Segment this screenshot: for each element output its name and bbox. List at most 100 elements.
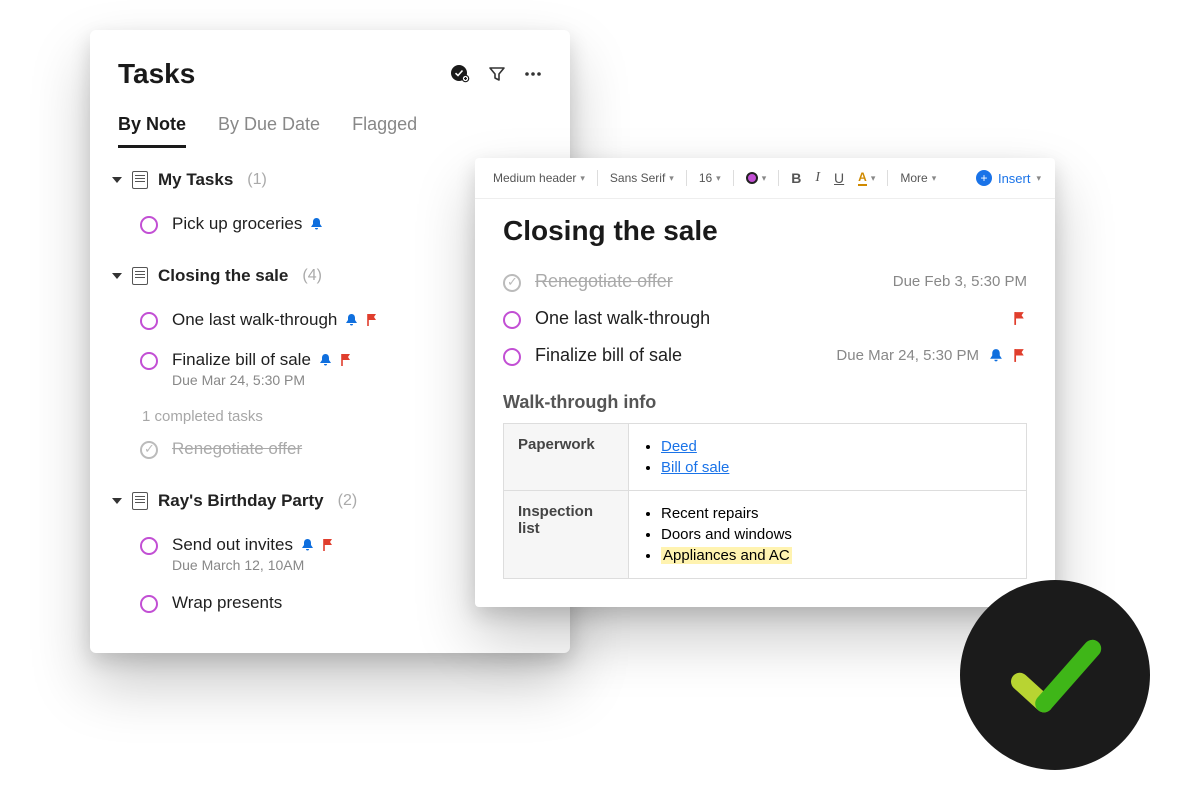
task-checkbox-icon[interactable] (503, 348, 521, 366)
flag-icon (366, 313, 379, 327)
insert-label: Insert (998, 171, 1031, 186)
chevron-down-icon (112, 177, 122, 183)
font-size-dropdown[interactable]: 16 ▾ (695, 169, 725, 187)
chevron-down-icon (112, 273, 122, 279)
table-label: Paperwork (504, 424, 629, 491)
insert-dropdown[interactable]: + Insert ▾ (976, 170, 1041, 186)
checkmark-icon (1000, 620, 1110, 730)
flag-icon (1013, 348, 1027, 363)
task-checkbox-done-icon[interactable] (140, 441, 158, 459)
more-label: More (900, 171, 927, 185)
task-checkbox-icon[interactable] (140, 312, 158, 330)
bell-icon (301, 538, 314, 552)
editor-body: Closing the sale Renegotiate offer Due F… (475, 199, 1055, 607)
editor-toolbar: Medium header ▾ Sans Serif ▾ 16 ▾ ▾ B I … (475, 158, 1055, 199)
chevron-down-icon: ▾ (762, 173, 767, 184)
chevron-down-icon (112, 498, 122, 504)
more-dropdown[interactable]: More ▾ (896, 169, 940, 187)
section-title: Ray's Birthday Party (158, 491, 324, 511)
italic-button[interactable]: I (811, 168, 824, 188)
note-icon (132, 171, 148, 189)
tasks-header: Tasks (90, 58, 570, 100)
font-size-label: 16 (699, 171, 712, 185)
list-item: Appliances and AC (661, 545, 1012, 566)
table-row: Paperwork Deed Bill of sale (504, 424, 1027, 491)
section-count: (4) (302, 267, 322, 285)
tab-flagged[interactable]: Flagged (352, 114, 417, 148)
list-item: Deed (661, 436, 1012, 457)
tasks-header-actions (450, 64, 542, 84)
editor-task-title: Finalize bill of sale (535, 345, 682, 366)
color-swatch-icon (746, 172, 758, 184)
note-icon (132, 267, 148, 285)
bell-icon (310, 217, 323, 231)
editor-task-due: Due Feb 3, 5:30 PM (893, 273, 1027, 290)
task-title: Renegotiate offer (172, 439, 302, 459)
editor-task-row[interactable]: One last walk-through (503, 300, 1027, 337)
separator (778, 170, 779, 186)
filter-icon[interactable] (488, 65, 506, 83)
editor-task-row[interactable]: Renegotiate offer Due Feb 3, 5:30 PM (503, 263, 1027, 300)
table-cell[interactable]: Deed Bill of sale (629, 424, 1027, 491)
editor-task-row[interactable]: Finalize bill of sale Due Mar 24, 5:30 P… (503, 337, 1027, 374)
table-row: Inspection list Recent repairs Doors and… (504, 491, 1027, 579)
chevron-down-icon: ▾ (580, 173, 585, 184)
bell-icon (345, 313, 358, 327)
text-color-dropdown[interactable]: ▾ (742, 170, 771, 186)
flag-icon (322, 538, 335, 552)
table-label: Inspection list (504, 491, 629, 579)
section-count: (2) (338, 492, 358, 510)
bell-icon (319, 353, 332, 367)
editor-panel: Medium header ▾ Sans Serif ▾ 16 ▾ ▾ B I … (475, 158, 1055, 607)
header-style-dropdown[interactable]: Medium header ▾ (489, 169, 589, 187)
list-item: Doors and windows (661, 524, 1012, 545)
more-icon[interactable] (524, 71, 542, 77)
list-item: Recent repairs (661, 503, 1012, 524)
highlighted-text: Appliances and AC (661, 547, 792, 564)
highlighter-icon: A (858, 170, 867, 186)
task-title: Send out invites (172, 535, 293, 555)
underline-button[interactable]: U (830, 168, 848, 188)
highlight-dropdown[interactable]: A ▾ (854, 168, 879, 188)
chevron-down-icon: ▾ (1036, 173, 1041, 184)
checkmark-badge (960, 580, 1150, 770)
plus-icon: + (976, 170, 992, 186)
note-icon (132, 492, 148, 510)
tab-by-note[interactable]: By Note (118, 114, 186, 148)
separator (887, 170, 888, 186)
separator (597, 170, 598, 186)
task-checkbox-icon[interactable] (140, 352, 158, 370)
chevron-down-icon: ▾ (871, 173, 876, 184)
add-task-icon[interactable] (450, 64, 470, 84)
chevron-down-icon: ▾ (932, 173, 937, 184)
bold-button[interactable]: B (787, 168, 805, 188)
tasks-title: Tasks (118, 58, 195, 90)
task-title: Pick up groceries (172, 214, 302, 234)
note-title[interactable]: Closing the sale (503, 215, 1027, 247)
section-count: (1) (247, 171, 267, 189)
editor-subheading: Walk-through info (503, 392, 1027, 413)
link-deed[interactable]: Deed (661, 438, 697, 455)
header-style-label: Medium header (493, 171, 576, 185)
task-checkbox-done-icon[interactable] (503, 274, 521, 292)
link-bill-of-sale[interactable]: Bill of sale (661, 459, 729, 476)
chevron-down-icon: ▾ (669, 173, 674, 184)
task-checkbox-icon[interactable] (503, 311, 521, 329)
font-family-label: Sans Serif (610, 171, 665, 185)
task-title: Wrap presents (172, 593, 282, 613)
separator (686, 170, 687, 186)
section-title: My Tasks (158, 170, 233, 190)
flag-icon (340, 353, 353, 367)
editor-task-title: One last walk-through (535, 308, 710, 329)
section-title: Closing the sale (158, 266, 288, 286)
task-checkbox-icon[interactable] (140, 216, 158, 234)
tab-by-due-date[interactable]: By Due Date (218, 114, 320, 148)
task-title: Finalize bill of sale (172, 350, 311, 370)
font-family-dropdown[interactable]: Sans Serif ▾ (606, 169, 678, 187)
task-checkbox-icon[interactable] (140, 595, 158, 613)
task-title: One last walk-through (172, 310, 337, 330)
table-cell[interactable]: Recent repairs Doors and windows Applian… (629, 491, 1027, 579)
tasks-tabs: By Note By Due Date Flagged (90, 100, 570, 148)
task-checkbox-icon[interactable] (140, 537, 158, 555)
separator (733, 170, 734, 186)
